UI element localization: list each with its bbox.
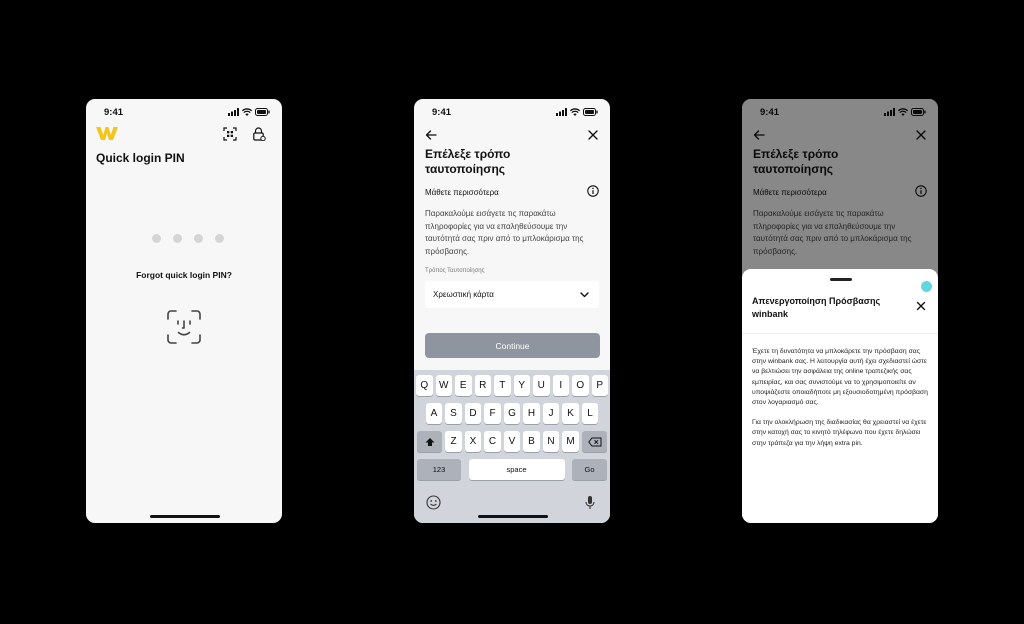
disable-access-sheet-screen: 9:41 Επέλεξε τρόπο ταυτοποίησης Μάθετε π… (742, 99, 938, 523)
key[interactable]: F (484, 403, 501, 424)
status-icons (556, 108, 598, 116)
sheet-paragraph: Για την ολοκλήρωση της διαδικασίας θα χρ… (752, 419, 927, 447)
key[interactable]: T (494, 375, 511, 396)
sheet-grabber[interactable] (830, 278, 852, 281)
status-time: 9:41 (104, 106, 124, 118)
microphone-icon[interactable] (585, 495, 595, 510)
key[interactable]: I (552, 375, 569, 396)
description-text: Παρακαλούμε εισάγετε τις παρακάτω πληροφ… (425, 209, 584, 256)
key[interactable]: P (591, 375, 608, 396)
qr-scan-icon[interactable] (223, 127, 237, 141)
key[interactable]: C (484, 431, 501, 452)
backspace-key[interactable] (582, 431, 607, 452)
key[interactable]: V (503, 431, 521, 452)
key[interactable]: D (464, 403, 482, 424)
keyboard-row-3: Z X C V B N M (414, 431, 610, 452)
field-label: Τρόπος Ταυτοποίησης (425, 268, 485, 274)
identification-method-select[interactable]: Χρεωστική κάρτα (425, 281, 599, 308)
key[interactable]: R (474, 375, 491, 396)
key[interactable]: J (542, 403, 560, 424)
chevron-down-icon (580, 291, 589, 297)
key[interactable]: H (523, 403, 540, 424)
close-icon[interactable] (587, 129, 599, 141)
key[interactable]: K (562, 403, 579, 424)
home-indicator (150, 515, 220, 518)
identification-method-screen: 9:41 Επέλεξε τρόπο ταυτοποίησης Μάθετε π… (414, 99, 610, 523)
key[interactable]: E (455, 375, 472, 396)
logo-icon (96, 127, 118, 140)
page-title: Quick login PIN (96, 151, 185, 165)
signal-icon (228, 108, 239, 116)
wifi-icon (570, 108, 580, 116)
status-bar: 9:41 (86, 99, 282, 125)
home-indicator (478, 515, 548, 518)
pin-indicator (152, 234, 224, 243)
pin-dot (194, 234, 203, 243)
sheet-paragraph: Έχετε τη δυνατότητα να μπλοκάρετε την πρ… (752, 348, 928, 407)
backspace-icon (587, 437, 601, 446)
signal-icon (556, 108, 567, 116)
learn-more-link[interactable]: Μάθετε περισσότερα (425, 188, 499, 197)
lock-icon[interactable] (252, 127, 266, 141)
battery-icon (255, 108, 270, 116)
emoji-icon[interactable] (426, 495, 441, 510)
status-icons (228, 108, 270, 116)
status-time: 9:41 (432, 106, 452, 118)
close-icon[interactable] (916, 301, 926, 311)
key[interactable]: U (533, 375, 550, 396)
key[interactable]: B (523, 431, 540, 452)
go-key[interactable]: Go (572, 459, 607, 480)
key[interactable]: G (503, 403, 521, 424)
key[interactable]: O (572, 375, 589, 396)
info-icon[interactable] (587, 185, 599, 197)
sheet-title: Απενεργοποίηση Πρόσβασης winbank (752, 296, 881, 319)
letter-keys: Z X C V B N M (445, 431, 579, 452)
status-bar: 9:41 (414, 99, 610, 125)
pin-dot (173, 234, 182, 243)
divider (742, 333, 938, 334)
key[interactable]: A (425, 403, 443, 424)
key[interactable]: Y (513, 375, 530, 396)
pin-dot (152, 234, 161, 243)
back-arrow-icon[interactable] (425, 129, 437, 141)
key[interactable]: Q (416, 375, 433, 396)
continue-button[interactable]: Continue (425, 333, 600, 358)
on-screen-keyboard: Q W E R T Y U I O P A S D F G H J K L Z … (414, 370, 610, 523)
touch-indicator (921, 281, 932, 292)
sheet-body: Έχετε τη δυνατότητα να μπλοκάρετε την πρ… (752, 347, 930, 459)
key[interactable]: Z (445, 431, 462, 452)
page-title: Επέλεξε τρόπο ταυτοποίησης (425, 147, 511, 176)
numbers-key[interactable]: 123 (417, 459, 461, 480)
shift-arrow-icon (425, 437, 434, 446)
keyboard-row-2: A S D F G H J K L (414, 403, 610, 424)
key[interactable]: N (542, 431, 560, 452)
key[interactable]: L (581, 403, 599, 424)
quick-login-screen: 9:41 Quick login PIN Forgot quick login … (86, 99, 282, 523)
keyboard-row-1: Q W E R T Y U I O P (414, 375, 610, 396)
key[interactable]: M (562, 431, 579, 452)
face-id-icon[interactable] (166, 309, 202, 345)
keyboard-row-4: 123 space Go (414, 459, 610, 480)
key[interactable]: X (464, 431, 482, 452)
forgot-pin-link[interactable]: Forgot quick login PIN? (86, 270, 282, 280)
bottom-sheet: Απενεργοποίηση Πρόσβασης winbank Έχετε τ… (742, 269, 938, 523)
shift-key[interactable] (417, 431, 442, 452)
pin-dot (215, 234, 224, 243)
space-key[interactable]: space (468, 459, 565, 480)
select-value: Χρεωστική κάρτα (433, 290, 494, 299)
battery-icon (583, 108, 598, 116)
key[interactable]: S (445, 403, 462, 424)
wifi-icon (242, 108, 252, 116)
key[interactable]: W (435, 375, 452, 396)
